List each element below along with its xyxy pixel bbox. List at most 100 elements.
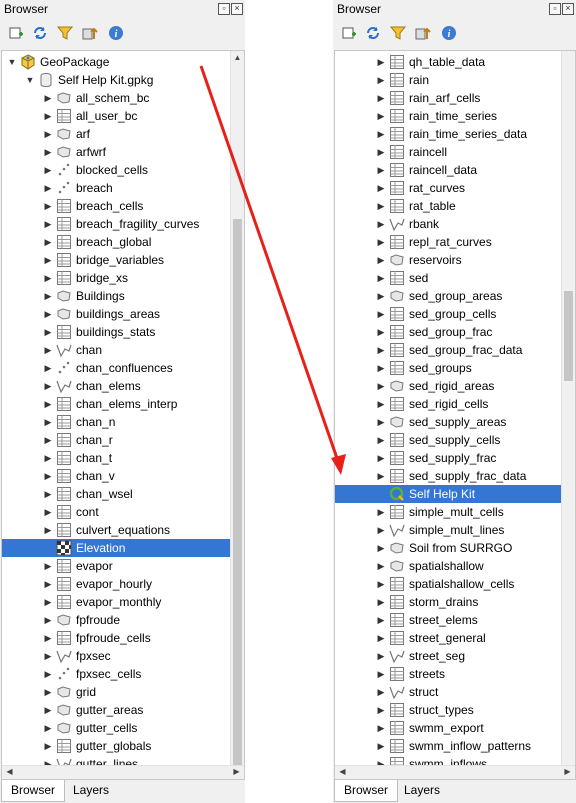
- expand-arrow-icon[interactable]: ▶: [375, 270, 387, 286]
- expand-arrow-icon[interactable]: ▶: [42, 90, 54, 106]
- expand-arrow-icon[interactable]: ▶: [375, 648, 387, 664]
- scroll-up-icon[interactable]: ▲: [232, 53, 243, 63]
- expand-arrow-icon[interactable]: ▶: [375, 144, 387, 160]
- tree-item[interactable]: ▶ streets: [335, 665, 561, 683]
- tree-item[interactable]: ▶ chan_elems: [2, 377, 230, 395]
- expand-arrow-icon[interactable]: ▶: [375, 342, 387, 358]
- tree-item[interactable]: ▶ breach_global: [2, 233, 230, 251]
- collapse-arrow-icon[interactable]: ▼: [24, 72, 36, 88]
- tree-item[interactable]: ▶ fpxsec_cells: [2, 665, 230, 683]
- tree-item[interactable]: ▶ breach_fragility_curves: [2, 215, 230, 233]
- collapse-all-icon[interactable]: [413, 23, 433, 43]
- tree-item[interactable]: ▶ sed_rigid_areas: [335, 377, 561, 395]
- expand-arrow-icon[interactable]: ▶: [42, 162, 54, 178]
- expand-arrow-icon[interactable]: ▶: [42, 180, 54, 196]
- tree-item[interactable]: ▶ chan: [2, 341, 230, 359]
- expand-arrow-icon[interactable]: ▶: [375, 576, 387, 592]
- info-icon[interactable]: i: [439, 23, 459, 43]
- tree-item[interactable]: ▶ sed_supply_frac: [335, 449, 561, 467]
- expand-arrow-icon[interactable]: ▶: [375, 198, 387, 214]
- tree-item[interactable]: ▶ sed_supply_areas: [335, 413, 561, 431]
- expand-arrow-icon[interactable]: ▶: [375, 504, 387, 520]
- tree-item[interactable]: ▶ rain_time_series_data: [335, 125, 561, 143]
- expand-arrow-icon[interactable]: ▶: [42, 144, 54, 160]
- tree-item[interactable]: ▶ repl_rat_curves: [335, 233, 561, 251]
- tree-item[interactable]: ▶ swmm_inflow_patterns: [335, 737, 561, 755]
- tree-item[interactable]: ▶ buildings_areas: [2, 305, 230, 323]
- browser-tree[interactable]: ▶ qh_table_data ▶ rain ▶ rain_arf_cells ▶ rain_…: [334, 50, 576, 780]
- expand-arrow-icon[interactable]: ▶: [375, 450, 387, 466]
- tree-item[interactable]: ▶ chan_wsel: [2, 485, 230, 503]
- expand-arrow-icon[interactable]: ▶: [375, 90, 387, 106]
- tree-item[interactable]: ▶ gutter_areas: [2, 701, 230, 719]
- expand-arrow-icon[interactable]: ▶: [42, 684, 54, 700]
- tree-item[interactable]: ▶ bridge_xs: [2, 269, 230, 287]
- tree-item[interactable]: ▼ Self Help Kit.gpkg: [2, 71, 230, 89]
- collapse-arrow-icon[interactable]: ▼: [6, 54, 18, 70]
- expand-arrow-icon[interactable]: ▶: [42, 306, 54, 322]
- expand-arrow-icon[interactable]: ▶: [375, 126, 387, 142]
- tab-layers[interactable]: Layers: [395, 780, 449, 801]
- tree-item[interactable]: ▶ spatialshallow: [335, 557, 561, 575]
- tree-item[interactable]: ▶ sed_supply_cells: [335, 431, 561, 449]
- expand-arrow-icon[interactable]: ▶: [42, 234, 54, 250]
- tree-item[interactable]: ▶ Soil from SURRGO: [335, 539, 561, 557]
- add-layer-icon[interactable]: [6, 23, 26, 43]
- expand-arrow-icon[interactable]: ▶: [375, 306, 387, 322]
- tree-item[interactable]: ▶ reservoirs: [335, 251, 561, 269]
- tree-item[interactable]: ▶ breach: [2, 179, 230, 197]
- tree-item[interactable]: ▶ chan_v: [2, 467, 230, 485]
- expand-arrow-icon[interactable]: ▶: [375, 432, 387, 448]
- refresh-icon[interactable]: [30, 23, 50, 43]
- expand-arrow-icon[interactable]: ▶: [375, 396, 387, 412]
- refresh-icon[interactable]: [363, 23, 383, 43]
- tree-item[interactable]: ▶ chan_n: [2, 413, 230, 431]
- tree-item[interactable]: ▶ street_general: [335, 629, 561, 647]
- tree-item[interactable]: ▶ rat_table: [335, 197, 561, 215]
- expand-arrow-icon[interactable]: ▶: [42, 594, 54, 610]
- expand-arrow-icon[interactable]: ▶: [375, 630, 387, 646]
- tree-item[interactable]: Self Help Kit: [335, 485, 561, 503]
- tree-item[interactable]: ▶ street_elems: [335, 611, 561, 629]
- expand-arrow-icon[interactable]: ▶: [375, 594, 387, 610]
- tree-item[interactable]: ▶ evapor: [2, 557, 230, 575]
- expand-arrow-icon[interactable]: ▶: [42, 270, 54, 286]
- expand-arrow-icon[interactable]: ▶: [375, 684, 387, 700]
- expand-arrow-icon[interactable]: ▶: [42, 612, 54, 628]
- browser-tree[interactable]: ▼ GeoPackage ▼ Self Help Kit.gpkg ▶ all_schem…: [1, 50, 245, 780]
- tree-item[interactable]: ▶ evapor_hourly: [2, 575, 230, 593]
- tree-item[interactable]: ▶ grid: [2, 683, 230, 701]
- tab-browser[interactable]: Browser: [334, 780, 399, 802]
- tree-item[interactable]: ▶ swmm_export: [335, 719, 561, 737]
- tree-item[interactable]: ▶ buildings_stats: [2, 323, 230, 341]
- info-icon[interactable]: i: [106, 23, 126, 43]
- scroll-left-icon[interactable]: ◀: [4, 767, 15, 777]
- expand-arrow-icon[interactable]: ▶: [42, 288, 54, 304]
- expand-arrow-icon[interactable]: ▶: [42, 324, 54, 340]
- tree-item[interactable]: ▶ spatialshallow_cells: [335, 575, 561, 593]
- expand-arrow-icon[interactable]: ▶: [42, 576, 54, 592]
- expand-arrow-icon[interactable]: ▶: [42, 360, 54, 376]
- tree-item[interactable]: ▶ blocked_cells: [2, 161, 230, 179]
- expand-arrow-icon[interactable]: ▶: [42, 720, 54, 736]
- expand-arrow-icon[interactable]: ▶: [375, 558, 387, 574]
- tree-item[interactable]: ▶ fpfroude_cells: [2, 629, 230, 647]
- tree-item[interactable]: ▶ street_seg: [335, 647, 561, 665]
- tree-item[interactable]: ▶ sed_group_areas: [335, 287, 561, 305]
- expand-arrow-icon[interactable]: ▶: [375, 738, 387, 754]
- tree-item[interactable]: ▶ sed: [335, 269, 561, 287]
- expand-arrow-icon[interactable]: ▶: [375, 324, 387, 340]
- expand-arrow-icon[interactable]: ▶: [375, 360, 387, 376]
- tree-item[interactable]: ▶ simple_mult_lines: [335, 521, 561, 539]
- expand-arrow-icon[interactable]: ▶: [375, 414, 387, 430]
- tree-item[interactable]: ▶ chan_r: [2, 431, 230, 449]
- expand-arrow-icon[interactable]: ▶: [42, 252, 54, 268]
- tree-item[interactable]: ▶ raincell_data: [335, 161, 561, 179]
- tree-item[interactable]: ▶ sed_group_frac: [335, 323, 561, 341]
- expand-arrow-icon[interactable]: ▶: [42, 702, 54, 718]
- expand-arrow-icon[interactable]: ▶: [375, 72, 387, 88]
- expand-arrow-icon[interactable]: ▶: [375, 288, 387, 304]
- tree-item[interactable]: ▶ fpxsec: [2, 647, 230, 665]
- scrollbar-thumb[interactable]: [564, 291, 573, 381]
- expand-arrow-icon[interactable]: ▶: [42, 468, 54, 484]
